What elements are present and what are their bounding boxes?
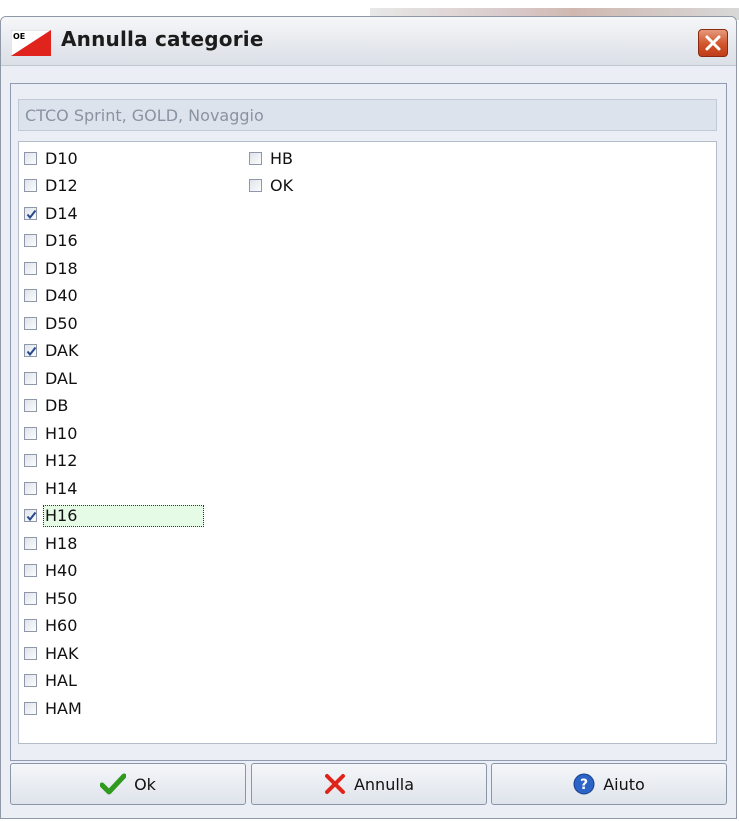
category-checkbox[interactable] <box>24 509 37 522</box>
category-item[interactable]: D16 <box>24 229 78 253</box>
category-item[interactable]: H60 <box>24 614 77 638</box>
category-checkbox[interactable] <box>24 646 37 660</box>
category-checkbox[interactable] <box>24 564 37 577</box>
category-item[interactable]: H50 <box>24 586 77 610</box>
category-item[interactable]: D50 <box>24 311 78 335</box>
category-label: HAM <box>45 698 82 718</box>
category-item[interactable]: D12 <box>24 174 78 198</box>
category-checkbox[interactable] <box>24 234 37 247</box>
svg-text:?: ? <box>580 777 588 793</box>
category-item[interactable]: DAK <box>24 339 78 363</box>
category-checkbox[interactable] <box>24 701 37 715</box>
category-item[interactable]: H16 <box>24 504 205 528</box>
category-checkbox[interactable] <box>24 536 37 550</box>
category-item[interactable]: H18 <box>24 531 77 555</box>
help-icon: ? <box>573 773 595 795</box>
dialog-window: OE Annulla categorie CTCO Sprint, GOLD, … <box>0 16 737 819</box>
category-label: H10 <box>45 423 78 443</box>
category-checkbox[interactable] <box>24 674 37 687</box>
category-label: H50 <box>45 588 78 608</box>
check-mark-icon <box>26 511 37 522</box>
category-item[interactable]: DB <box>24 394 68 418</box>
category-checkbox[interactable] <box>24 481 37 495</box>
category-checkbox[interactable] <box>24 151 37 165</box>
category-label: DB <box>45 396 69 415</box>
category-label: D10 <box>45 148 78 168</box>
ok-button[interactable]: Ok <box>10 763 246 805</box>
category-label: D18 <box>45 258 78 278</box>
svg-text:OE: OE <box>13 32 25 41</box>
cross-icon <box>324 774 345 794</box>
app-logo-icon: OE <box>11 30 51 56</box>
category-label: D14 <box>45 203 78 223</box>
cancel-button[interactable]: Annulla <box>251 763 487 805</box>
close-icon <box>705 35 721 51</box>
checkmark-icon <box>100 773 127 795</box>
category-label: D50 <box>45 313 78 333</box>
category-item[interactable]: H10 <box>24 421 77 445</box>
help-button[interactable]: ? Aiuto <box>491 763 727 805</box>
check-mark-icon <box>26 346 37 357</box>
category-item[interactable]: HAK <box>24 641 78 665</box>
category-label: D12 <box>45 176 78 195</box>
category-label: DAL <box>45 368 77 388</box>
category-label: D16 <box>45 231 78 250</box>
category-checkbox[interactable] <box>24 344 37 357</box>
category-label: H18 <box>45 533 78 553</box>
button-row: Ok Annulla ? Aiuto <box>10 763 727 807</box>
category-label: DAK <box>45 341 79 360</box>
category-item[interactable]: H12 <box>24 449 77 473</box>
category-checkbox[interactable] <box>24 399 37 412</box>
cancel-button-label: Annulla <box>353 774 415 794</box>
category-label: HAL <box>45 671 77 690</box>
category-checkbox[interactable] <box>24 454 37 467</box>
category-checkbox[interactable] <box>24 179 37 192</box>
category-item[interactable]: DAL <box>24 366 77 390</box>
category-checkbox[interactable] <box>24 591 37 605</box>
category-item[interactable]: D40 <box>24 284 78 308</box>
ok-button-label: Ok <box>134 774 156 794</box>
category-label: D40 <box>45 286 78 305</box>
close-button[interactable] <box>698 29 728 57</box>
dialog-title: Annulla categorie <box>61 27 264 51</box>
category-label: HAK <box>45 643 79 663</box>
category-item[interactable]: HAM <box>24 696 82 720</box>
category-checkbox[interactable] <box>249 151 262 165</box>
category-item[interactable]: H40 <box>24 559 77 583</box>
category-checkbox[interactable] <box>24 316 37 330</box>
category-checkbox[interactable] <box>24 426 37 440</box>
category-label: H14 <box>45 478 78 498</box>
category-item[interactable]: OK <box>249 174 293 198</box>
category-label: OK <box>270 176 294 195</box>
category-checkbox[interactable] <box>24 619 37 632</box>
category-item[interactable]: D10 <box>24 146 78 170</box>
categories-checklist[interactable]: D10 D12 D14 D16 D18 D40 D50 DAK DAL DB H10 H12 H14 H1… <box>18 141 717 744</box>
category-checkbox[interactable] <box>24 289 37 302</box>
category-label: H60 <box>45 616 78 635</box>
category-label: HB <box>270 148 294 168</box>
category-checkbox[interactable] <box>24 261 37 275</box>
category-item[interactable]: D14 <box>24 201 78 225</box>
category-label: H40 <box>45 561 78 580</box>
category-item[interactable]: D18 <box>24 256 78 280</box>
category-label: H16 <box>43 504 205 527</box>
check-mark-icon <box>26 209 37 219</box>
competition-name-field: CTCO Sprint, GOLD, Novaggio <box>18 99 717 131</box>
title-bar[interactable]: OE Annulla categorie <box>1 17 736 66</box>
category-checkbox[interactable] <box>24 371 37 385</box>
category-label: H12 <box>45 451 78 470</box>
category-item[interactable]: HB <box>249 146 293 170</box>
category-checkbox[interactable] <box>24 206 37 220</box>
category-checkbox[interactable] <box>249 179 262 192</box>
category-item[interactable]: HAL <box>24 669 77 693</box>
help-button-label: Aiuto <box>603 774 645 794</box>
category-item[interactable]: H14 <box>24 476 77 500</box>
